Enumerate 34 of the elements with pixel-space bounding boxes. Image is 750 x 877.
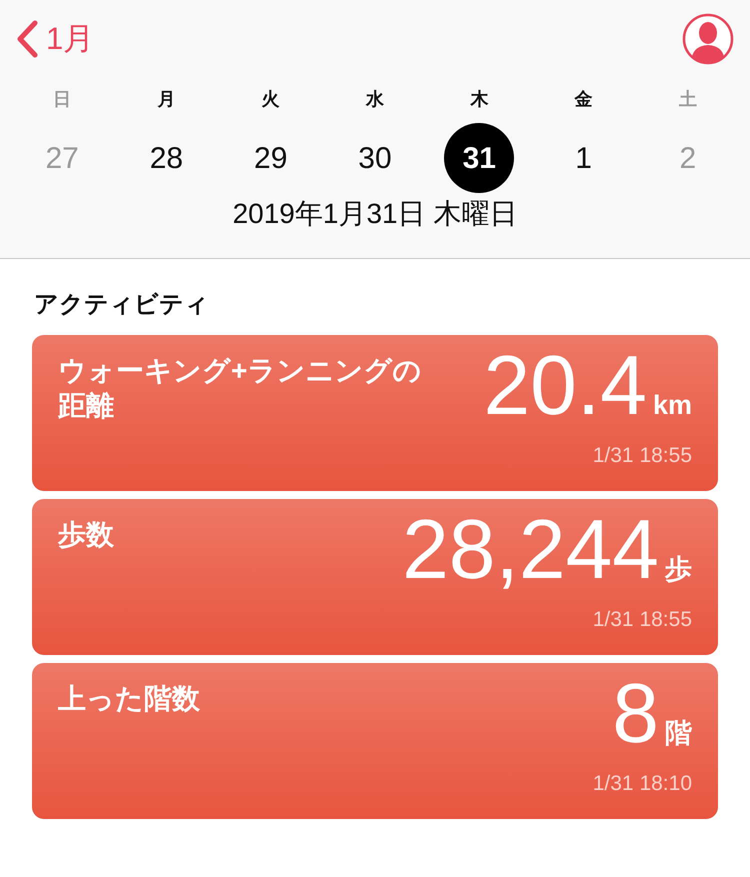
day-button[interactable]: 2 [652, 123, 723, 193]
card-title: 歩数 [58, 518, 115, 552]
metric-unit: 階 [665, 717, 692, 750]
metric-unit: km [652, 389, 692, 422]
section-title: アクティビティ [34, 290, 210, 320]
activity-card[interactable]: ウォーキング+ランニングの距離 20.4 km 1/31 18:55 [32, 335, 718, 491]
weekday-label: 月 [156, 88, 176, 111]
day-button[interactable]: 1 [548, 123, 619, 193]
day-button[interactable]: 30 [340, 123, 410, 193]
profile-icon[interactable] [682, 13, 734, 65]
metric-value: 20.4 [483, 343, 647, 427]
weekday-label: 土 [678, 88, 698, 111]
back-chevron-icon [16, 20, 38, 58]
selected-date: 2019年1月31日 木曜日 [232, 197, 518, 231]
weekday-label: 木 [469, 88, 490, 111]
activity-card[interactable]: 歩数 28,244 歩 1/31 18:55 [32, 499, 718, 655]
metric-unit: 歩 [665, 553, 692, 586]
back-button[interactable]: 1月 [16, 16, 94, 62]
metric-value: 28,244 [402, 507, 659, 591]
timestamp: 1/31 18:10 [592, 770, 692, 796]
card-title: 上った階数 [58, 682, 201, 716]
day-button[interactable]: 28 [131, 123, 202, 193]
day-button[interactable]: 29 [236, 123, 306, 193]
weekday-label: 金 [573, 88, 594, 111]
weekday-label: 火 [260, 88, 281, 111]
day-button[interactable]: 31 [444, 123, 514, 193]
weekday-label: 水 [364, 88, 385, 111]
day-button[interactable]: 27 [27, 123, 98, 193]
card-title: ウォーキング+ランニングの距離 [58, 354, 422, 423]
metric-value: 8 [612, 671, 659, 755]
activity-card[interactable]: 上った階数 8 階 1/31 18:10 [32, 663, 718, 819]
weekday-label: 日 [52, 88, 72, 111]
timestamp: 1/31 18:55 [592, 442, 692, 468]
timestamp: 1/31 18:55 [592, 606, 692, 632]
